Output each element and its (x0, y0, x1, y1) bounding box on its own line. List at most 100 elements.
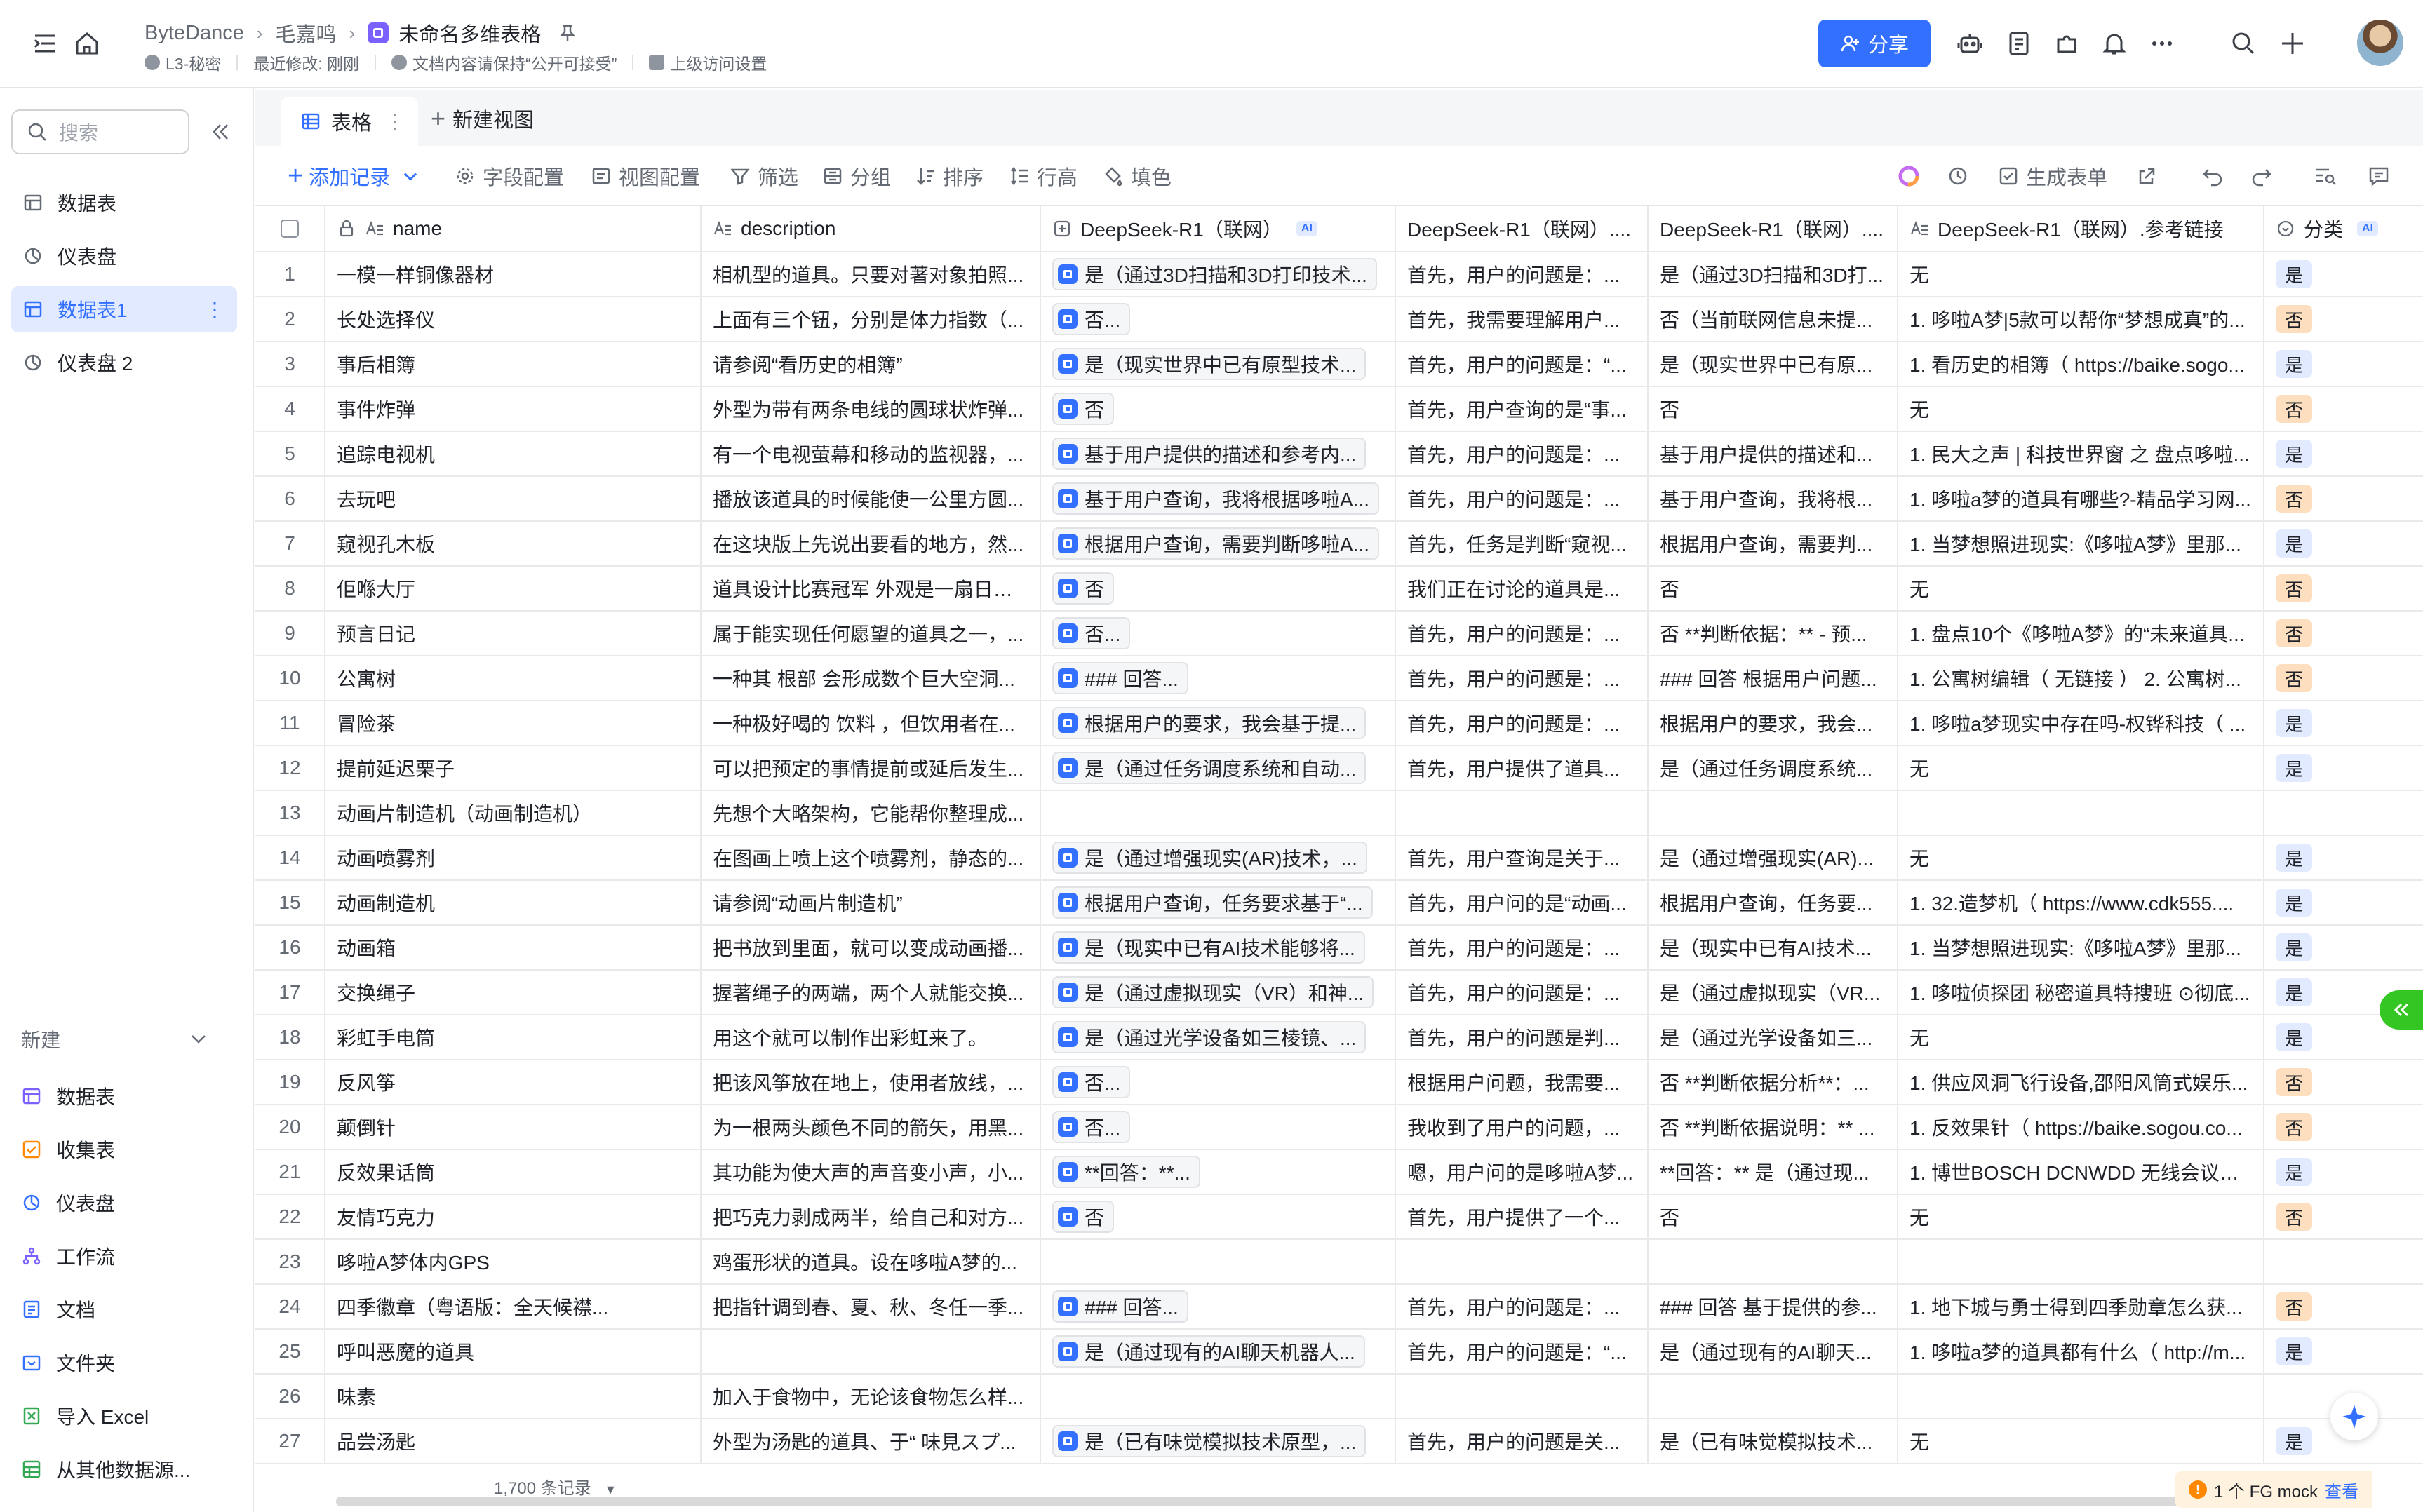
description-cell[interactable]: 请参阅“看历史的相簿” (702, 342, 1041, 386)
deepseek-answer-cell[interactable]: 是（已有味觉模拟技术... (1649, 1419, 1898, 1463)
row-number-cell[interactable]: 2 (255, 297, 325, 341)
table-row[interactable]: 10 公寓树 一种其 根部 会形成数个巨大空洞... ### 回答... 首先，用户的问… (255, 656, 2423, 701)
deepseek-cell[interactable]: 根据用户的要求，我会基于提... (1041, 701, 1396, 745)
caret-down-icon[interactable]: ▼ (604, 1483, 617, 1497)
table-row[interactable]: 24 四季徽章（粤语版：全天候襟... 把指针调到春、夏、秋、冬任一季... ### … (255, 1285, 2423, 1330)
deepseek-answer-cell[interactable]: 是（通过3D扫描和3D打... (1649, 252, 1898, 296)
deepseek-answer-cell[interactable] (1649, 1240, 1898, 1283)
description-cell[interactable]: 用这个就可以制作出彩虹来了。 (702, 1015, 1041, 1059)
category-cell[interactable]: 是 (2264, 836, 2423, 879)
deepseek-cell[interactable]: 是（通过任务调度系统和自动... (1041, 746, 1396, 790)
deepseek-cell[interactable]: 否... (1041, 297, 1396, 341)
table-row[interactable]: 11 冒险茶 一种极好喝的 饮料 ，但饮用者在... 根据用户的要求，我会基于提...… (255, 701, 2423, 746)
description-cell[interactable]: 道具设计比赛冠军 外观是一扇日式... (702, 567, 1041, 610)
reference-links-cell[interactable]: 1. 当梦想照进现实:《哆啦A梦》里那... (1898, 926, 2264, 969)
ai-result-chip[interactable]: ### 回答... (1052, 1290, 1188, 1323)
deepseek-cell[interactable]: 是（已有味觉模拟技术原型，... (1041, 1419, 1396, 1463)
reference-links-cell[interactable]: 1. 供应风洞飞行设备,邵阳风筒式娱乐... (1898, 1060, 2264, 1104)
reference-links-cell[interactable]: 1. 哆啦a梦的道具有哪些?-精品学习网... (1898, 477, 2264, 520)
deepseek-answer-cell[interactable]: 否 **判断依据分析**：... (1649, 1060, 1898, 1104)
reference-links-cell[interactable]: 无 (1898, 1419, 2264, 1463)
name-cell[interactable]: 事后相簿 (325, 342, 702, 386)
reference-links-cell[interactable]: 1. 看历史的相簿（ https://baike.sogo... (1898, 342, 2264, 386)
row-number-cell[interactable]: 17 (255, 971, 325, 1014)
deepseek-cell[interactable]: 否 (1041, 1195, 1396, 1238)
chevron-down-icon[interactable] (187, 1027, 210, 1051)
breadcrumb-owner[interactable]: 毛嘉鸣 (276, 18, 337, 48)
ai-result-chip[interactable]: 基于用户查询，我将根据哆啦A... (1052, 482, 1380, 515)
outline-toggle-icon[interactable] (31, 29, 59, 58)
other-datasource-item[interactable]: 从其他数据源... (21, 1449, 190, 1490)
table-row[interactable]: 7 窥视孔木板 在这块版上先说出要看的地方，然... 根据用户查询，需要判断哆啦A..… (255, 522, 2423, 567)
deepseek-cell[interactable]: 是（现实中已有AI技术能够将... (1041, 926, 1396, 969)
deepseek-answer-cell[interactable]: 是（现实世界中已有原... (1649, 342, 1898, 386)
deepseek-reasoning-cell[interactable]: 根据用户问题，我需要... (1396, 1060, 1649, 1104)
deepseek-answer-cell[interactable]: 是（通过光学设备如三... (1649, 1015, 1898, 1059)
deepseek-reasoning-cell[interactable]: 首先，用户的问题是：“... (1396, 342, 1649, 386)
reference-links-cell[interactable]: 1. 哆啦a梦现实中存在吗-权铧科技（ ... (1898, 701, 2264, 745)
description-cell[interactable]: 加入于食物中，无论该食物怎么样... (702, 1375, 1041, 1418)
table-row[interactable]: 18 彩虹手电筒 用这个就可以制作出彩虹来了。 是（通过光学设备如三棱镜、... 首先，… (255, 1015, 2423, 1060)
deepseek-answer-cell[interactable]: 否 **判断依据：** - 预... (1649, 612, 1898, 655)
redo-icon[interactable] (2249, 164, 2273, 188)
ai-result-chip[interactable]: 是（通过光学设备如三棱镜、... (1052, 1021, 1367, 1053)
reference-links-cell[interactable] (1898, 1375, 2264, 1418)
reference-links-cell[interactable]: 1. 当梦想照进现实:《哆啦A梦》里那... (1898, 522, 2264, 565)
ai-result-chip[interactable]: 否 (1052, 572, 1115, 605)
table-row[interactable]: 6 去玩吧 播放该道具的时候能使一公里方圆... 基于用户查询，我将根据哆啦A... 首… (255, 477, 2423, 522)
more-vertical-icon[interactable]: ⋮ (205, 298, 224, 321)
deepseek-answer-cell[interactable]: 否 **判断依据说明：** ... (1649, 1105, 1898, 1149)
description-cell[interactable]: 外型为汤匙的道具、于“ 味見スプ... (702, 1419, 1041, 1463)
category-cell[interactable]: 否 (2264, 1195, 2423, 1238)
description-cell[interactable]: 先想个大略架构，它能帮你整理成... (702, 791, 1041, 835)
reference-links-cell[interactable]: 1. 哆啦A梦|5款可以帮你“梦想成真”的... (1898, 297, 2264, 341)
row-number-cell[interactable]: 25 (255, 1330, 325, 1373)
reference-links-cell[interactable]: 无 (1898, 1015, 2264, 1059)
ai-result-chip[interactable]: 是（通过任务调度系统和自动... (1052, 752, 1367, 784)
deepseek-reasoning-cell[interactable]: 首先，用户的问题是：... (1396, 656, 1649, 700)
deepseek-answer-cell[interactable]: 基于用户提供的描述和... (1649, 432, 1898, 475)
deepseek-reasoning-cell[interactable]: 嗯，用户问的是哆啦A梦... (1396, 1150, 1649, 1194)
deepseek-reasoning-cell[interactable]: 首先，用户提供了道具... (1396, 746, 1649, 790)
name-cell[interactable]: 交换绳子 (325, 971, 702, 1014)
ai-result-chip[interactable]: 是（通过现有的AI聊天机器人... (1052, 1335, 1365, 1368)
name-cell[interactable]: 提前延迟栗子 (325, 746, 702, 790)
row-number-cell[interactable]: 3 (255, 342, 325, 386)
field-config-button[interactable]: 字段配置 (455, 158, 564, 194)
add-record-button[interactable]: + 添加记录 (288, 158, 421, 194)
history-icon[interactable] (1946, 164, 1970, 188)
name-cell[interactable]: 味素 (325, 1375, 702, 1418)
deepseek-cell[interactable]: 否... (1041, 1105, 1396, 1149)
more-icon[interactable] (2148, 29, 2176, 58)
more-vertical-icon[interactable]: ⋮ (384, 109, 405, 134)
deepseek-answer-cell[interactable]: 根据用户的要求，我会... (1649, 701, 1898, 745)
table-row[interactable]: 9 预言日记 属于能实现任何愿望的道具之一，... 否... 首先，用户的问题是：...… (255, 612, 2423, 656)
row-number-cell[interactable]: 11 (255, 701, 325, 745)
content-notice[interactable]: 文档内容请保持“公开可接受” (391, 50, 617, 74)
reference-links-cell[interactable]: 无 (1898, 567, 2264, 610)
reference-links-cell[interactable] (1898, 1240, 2264, 1283)
fill-color-button[interactable]: 填色 (1103, 158, 1172, 194)
description-cell[interactable]: 为一根两头颜色不同的箭矢，用黑... (702, 1105, 1041, 1149)
column-header-name[interactable]: name (325, 206, 702, 251)
table-row[interactable]: 12 提前延迟栗子 可以把预定的事情提前或延后发生... 是（通过任务调度系统和自动.… (255, 746, 2423, 791)
deepseek-reasoning-cell[interactable]: 首先，用户的问题是：... (1396, 432, 1649, 475)
collapse-sidebar-icon[interactable] (208, 119, 233, 144)
name-cell[interactable]: 颠倒针 (325, 1105, 702, 1149)
description-cell[interactable]: 一种其 根部 会形成数个巨大空洞... (702, 656, 1041, 700)
category-cell[interactable]: 是 (2264, 342, 2423, 386)
table-row[interactable]: 3 事后相簿 请参阅“看历史的相簿” 是（现实世界中已有原型技术... 首先，用户的问题… (255, 342, 2423, 387)
new-doc-item[interactable]: 文档 (21, 1289, 95, 1330)
filter-button[interactable]: 筛选 (730, 158, 798, 194)
deepseek-answer-cell[interactable]: ### 回答 根据用户问题... (1649, 656, 1898, 700)
robot-icon[interactable] (1956, 29, 1984, 58)
ai-result-chip[interactable]: 否... (1052, 1111, 1131, 1143)
reference-links-cell[interactable]: 1. 盘点10个《哆啦A梦》的“未来道具... (1898, 612, 2264, 655)
ai-result-chip[interactable]: 根据用户的要求，我会基于提... (1052, 707, 1367, 739)
deepseek-reasoning-cell[interactable]: 首先，用户的问题是关... (1396, 1419, 1649, 1463)
name-cell[interactable]: 反效果话筒 (325, 1150, 702, 1194)
deepseek-reasoning-cell[interactable]: 首先，用户的问题是：... (1396, 477, 1649, 520)
breadcrumb-org[interactable]: ByteDance (145, 22, 244, 45)
row-number-cell[interactable]: 5 (255, 432, 325, 475)
deepseek-cell[interactable]: 根据用户查询，任务要求基于“... (1041, 881, 1396, 924)
